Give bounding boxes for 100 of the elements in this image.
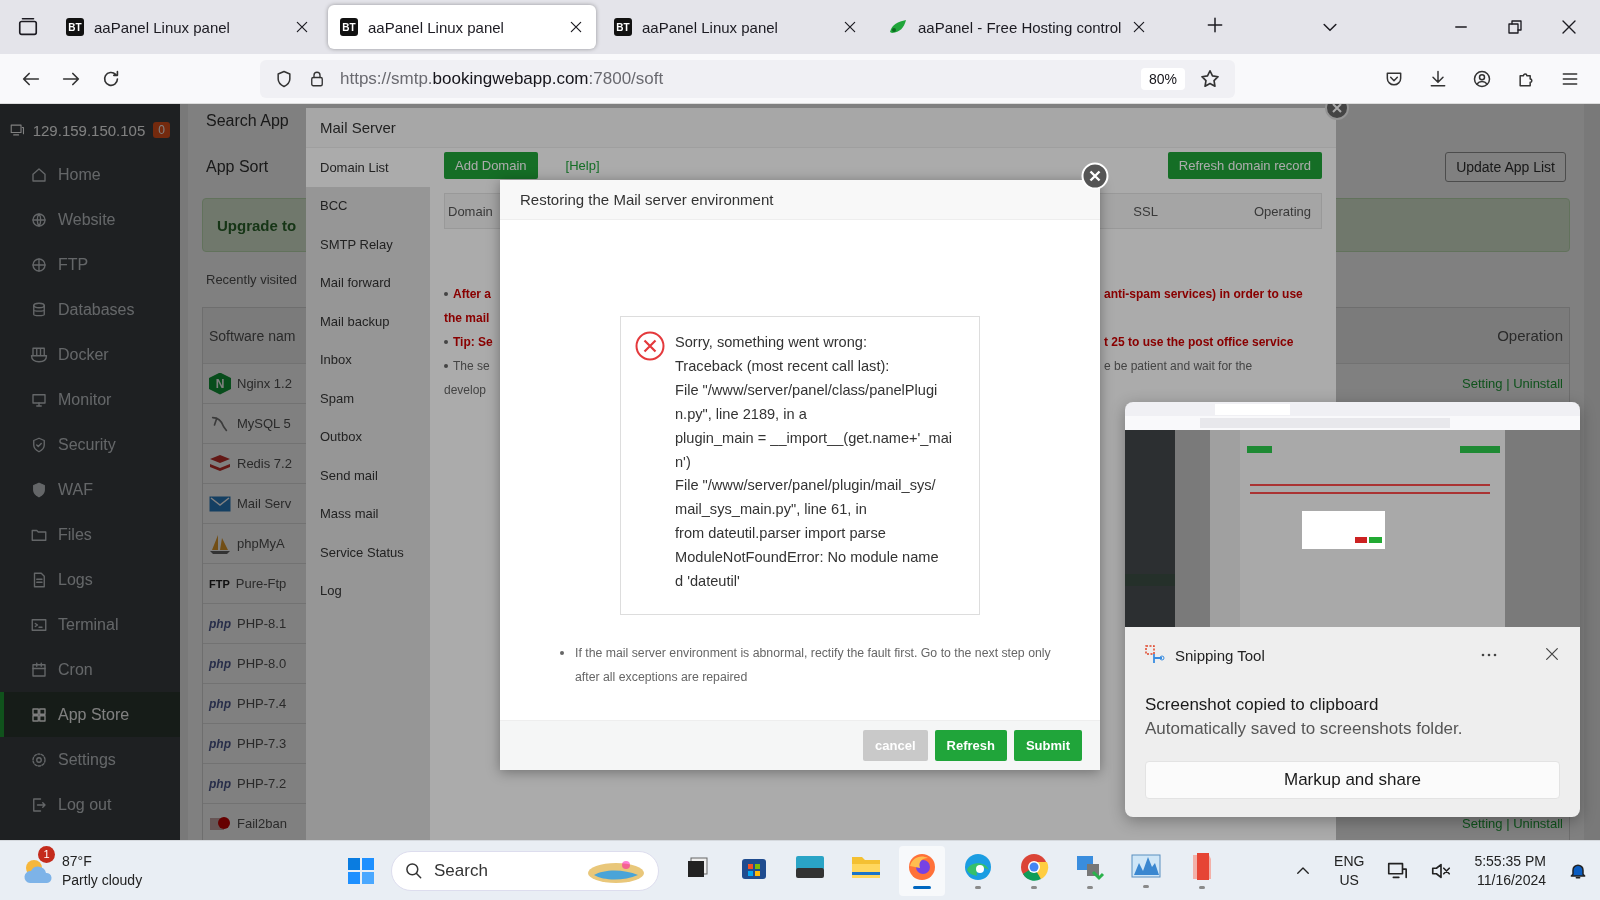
favicon: BT bbox=[66, 18, 84, 36]
sidebar-item[interactable]: Terminal bbox=[0, 602, 180, 647]
clock[interactable]: 5:55:35 PM 11/16/2024 bbox=[1474, 851, 1546, 890]
shield-icon[interactable] bbox=[274, 68, 294, 89]
tab-list-icon[interactable] bbox=[17, 16, 39, 38]
panel-nav-item[interactable]: Domain List bbox=[306, 148, 430, 187]
gear-icon bbox=[30, 750, 48, 769]
logout-icon bbox=[30, 795, 48, 814]
dialog-button[interactable]: Submit bbox=[1013, 730, 1082, 761]
sidebar-item[interactable]: Files bbox=[0, 512, 180, 557]
grid-icon bbox=[30, 705, 48, 724]
window-icon[interactable] bbox=[685, 854, 711, 880]
php-logo: php bbox=[209, 695, 231, 713]
keyboard-icon[interactable] bbox=[795, 854, 825, 880]
footnote: If the mail server environment is abnormal, rectify the fault first. Go to the next step only after all exceptions are repaired bbox=[575, 644, 1052, 686]
sidebar-item[interactable]: Security bbox=[0, 422, 180, 467]
panel-title: Mail Server bbox=[320, 119, 396, 136]
sidebar-item[interactable]: Website bbox=[0, 197, 180, 242]
software-name: PHP-7.4 bbox=[237, 696, 287, 711]
dialog-button[interactable]: Refresh bbox=[934, 730, 1007, 761]
wave-globe-icon[interactable] bbox=[963, 852, 993, 882]
browser-tab[interactable]: BT aaPanel Linux panel bbox=[602, 5, 870, 49]
circle-logo-icon[interactable] bbox=[1019, 852, 1049, 882]
sidebar-item[interactable]: Log out bbox=[0, 782, 180, 827]
ftp-logo: FTP bbox=[209, 576, 230, 592]
panel-nav-item[interactable]: Service Status bbox=[306, 533, 430, 572]
restore-icon[interactable] bbox=[1506, 18, 1524, 36]
star-icon[interactable] bbox=[1199, 67, 1221, 90]
panel-nav-item[interactable]: Mail forward bbox=[306, 263, 430, 302]
calendar-icon bbox=[30, 660, 48, 679]
envelope-icon bbox=[209, 495, 231, 512]
sidebar-item[interactable]: Docker bbox=[0, 332, 180, 377]
sidebar-item[interactable]: App Store bbox=[0, 692, 180, 737]
setting-uninstall-link[interactable]: Setting | Uninstall bbox=[1462, 376, 1563, 391]
markup-and-share-button[interactable]: Markup and share bbox=[1145, 761, 1560, 799]
close-icon[interactable] bbox=[1560, 18, 1578, 36]
notification-badge: 1 bbox=[38, 845, 55, 863]
zoom-level[interactable]: 80% bbox=[1140, 67, 1185, 90]
account-icon[interactable] bbox=[1472, 68, 1492, 89]
refresh-domain-record-button[interactable]: Refresh domain record bbox=[1167, 152, 1322, 179]
software-name: PHP-7.2 bbox=[237, 776, 287, 791]
address-bar[interactable]: https://smtp.bookingwebapp.com:7800/soft 80% bbox=[260, 59, 1235, 98]
sidebar-item[interactable]: Databases bbox=[0, 287, 180, 332]
update-app-list-button[interactable]: Update App List bbox=[1445, 152, 1566, 182]
sidebar-item[interactable]: Settings bbox=[0, 737, 180, 782]
fox-globe-icon[interactable] bbox=[907, 852, 937, 882]
close-icon[interactable] bbox=[842, 19, 858, 35]
panel-nav-item[interactable]: Inbox bbox=[306, 340, 430, 379]
add-domain-button[interactable]: Add Domain bbox=[444, 152, 538, 179]
php-logo: php bbox=[209, 735, 231, 753]
sidebar-item[interactable]: Cron bbox=[0, 647, 180, 692]
browser-tab[interactable]: BT aaPanel Linux panel bbox=[328, 5, 596, 49]
taskbar-search[interactable]: Search bbox=[391, 850, 659, 891]
download-icon[interactable] bbox=[1428, 68, 1448, 89]
notification-title: Screenshot copied to clipboard bbox=[1144, 694, 1380, 715]
column-header: Software nam bbox=[209, 327, 296, 344]
error-message: Sorry, something went wrong: Traceback (most recent call last): File "/www/server/panel/class/panelPlugi n.py", line 2189, in a plugin_main = __import__(get.name+'_mai n') File "/www/server/panel/plugin/mail_sys/ mail_sys_main.py", line 61, in from dateutil.parser import parse ModuleNotFoundError: No module name d 'dateutil' bbox=[675, 333, 952, 592]
database-icon bbox=[30, 300, 48, 319]
panel-nav-item[interactable]: Send mail bbox=[306, 456, 430, 495]
note-text: anti-spam services) in order to use bbox=[1104, 287, 1303, 301]
more-options-icon[interactable] bbox=[1480, 652, 1498, 658]
note-text: develop bbox=[444, 383, 487, 397]
close-icon[interactable] bbox=[294, 19, 310, 35]
sidebar-item[interactable]: WAF bbox=[0, 467, 180, 512]
note-text: e be patient and wait for the bbox=[1104, 359, 1253, 373]
shield-icon bbox=[30, 435, 48, 454]
search-icon bbox=[404, 860, 424, 881]
software-name: Nginx 1.2 bbox=[237, 376, 292, 391]
help-link[interactable]: [Help] bbox=[565, 158, 600, 173]
sidebar-item[interactable]: Home bbox=[0, 152, 180, 197]
browser-tab[interactable]: aaPanel - Free Hosting control bbox=[876, 5, 1160, 49]
windows-start-icon[interactable] bbox=[347, 856, 375, 885]
note-text: Tip: Se bbox=[453, 335, 493, 349]
note-text: After a bbox=[453, 287, 491, 301]
panel-nav-item[interactable]: Outbox bbox=[306, 417, 430, 456]
browser-tab[interactable]: BT aaPanel Linux panel bbox=[54, 5, 322, 49]
column-header: Domain bbox=[448, 203, 493, 219]
chart-window-icon[interactable] bbox=[1131, 853, 1161, 881]
php-logo: php bbox=[209, 775, 231, 793]
notification-body: Automatically saved to screenshots folder. bbox=[1144, 718, 1464, 739]
note-text: The se bbox=[453, 359, 490, 373]
panel-nav-item[interactable]: Log bbox=[306, 571, 430, 610]
folder-icon[interactable] bbox=[851, 854, 881, 880]
panel-nav-item[interactable]: Spam bbox=[306, 379, 430, 418]
sidebar-item[interactable]: FTP bbox=[0, 242, 180, 287]
sidebar-item[interactable]: Monitor bbox=[0, 377, 180, 422]
software-name: PHP-7.3 bbox=[237, 736, 287, 751]
note-text: the mail bbox=[444, 311, 490, 325]
software-name: phpMyA bbox=[237, 536, 285, 551]
close-icon[interactable] bbox=[568, 19, 584, 35]
server-ip: 129.159.150.105 bbox=[32, 121, 146, 139]
panel-nav-item[interactable]: Mail backup bbox=[306, 302, 430, 341]
language-indicator[interactable]: ENG US bbox=[1334, 851, 1365, 890]
sidebar-item[interactable]: Logs bbox=[0, 557, 180, 602]
sort-label: App Sort bbox=[206, 158, 269, 176]
close-icon[interactable] bbox=[1544, 645, 1560, 662]
panel-nav-item[interactable]: Mass mail bbox=[306, 494, 430, 533]
favicon: BT bbox=[340, 18, 358, 36]
software-name: PHP-8.0 bbox=[237, 656, 287, 671]
software-name: PHP-8.1 bbox=[237, 616, 287, 631]
